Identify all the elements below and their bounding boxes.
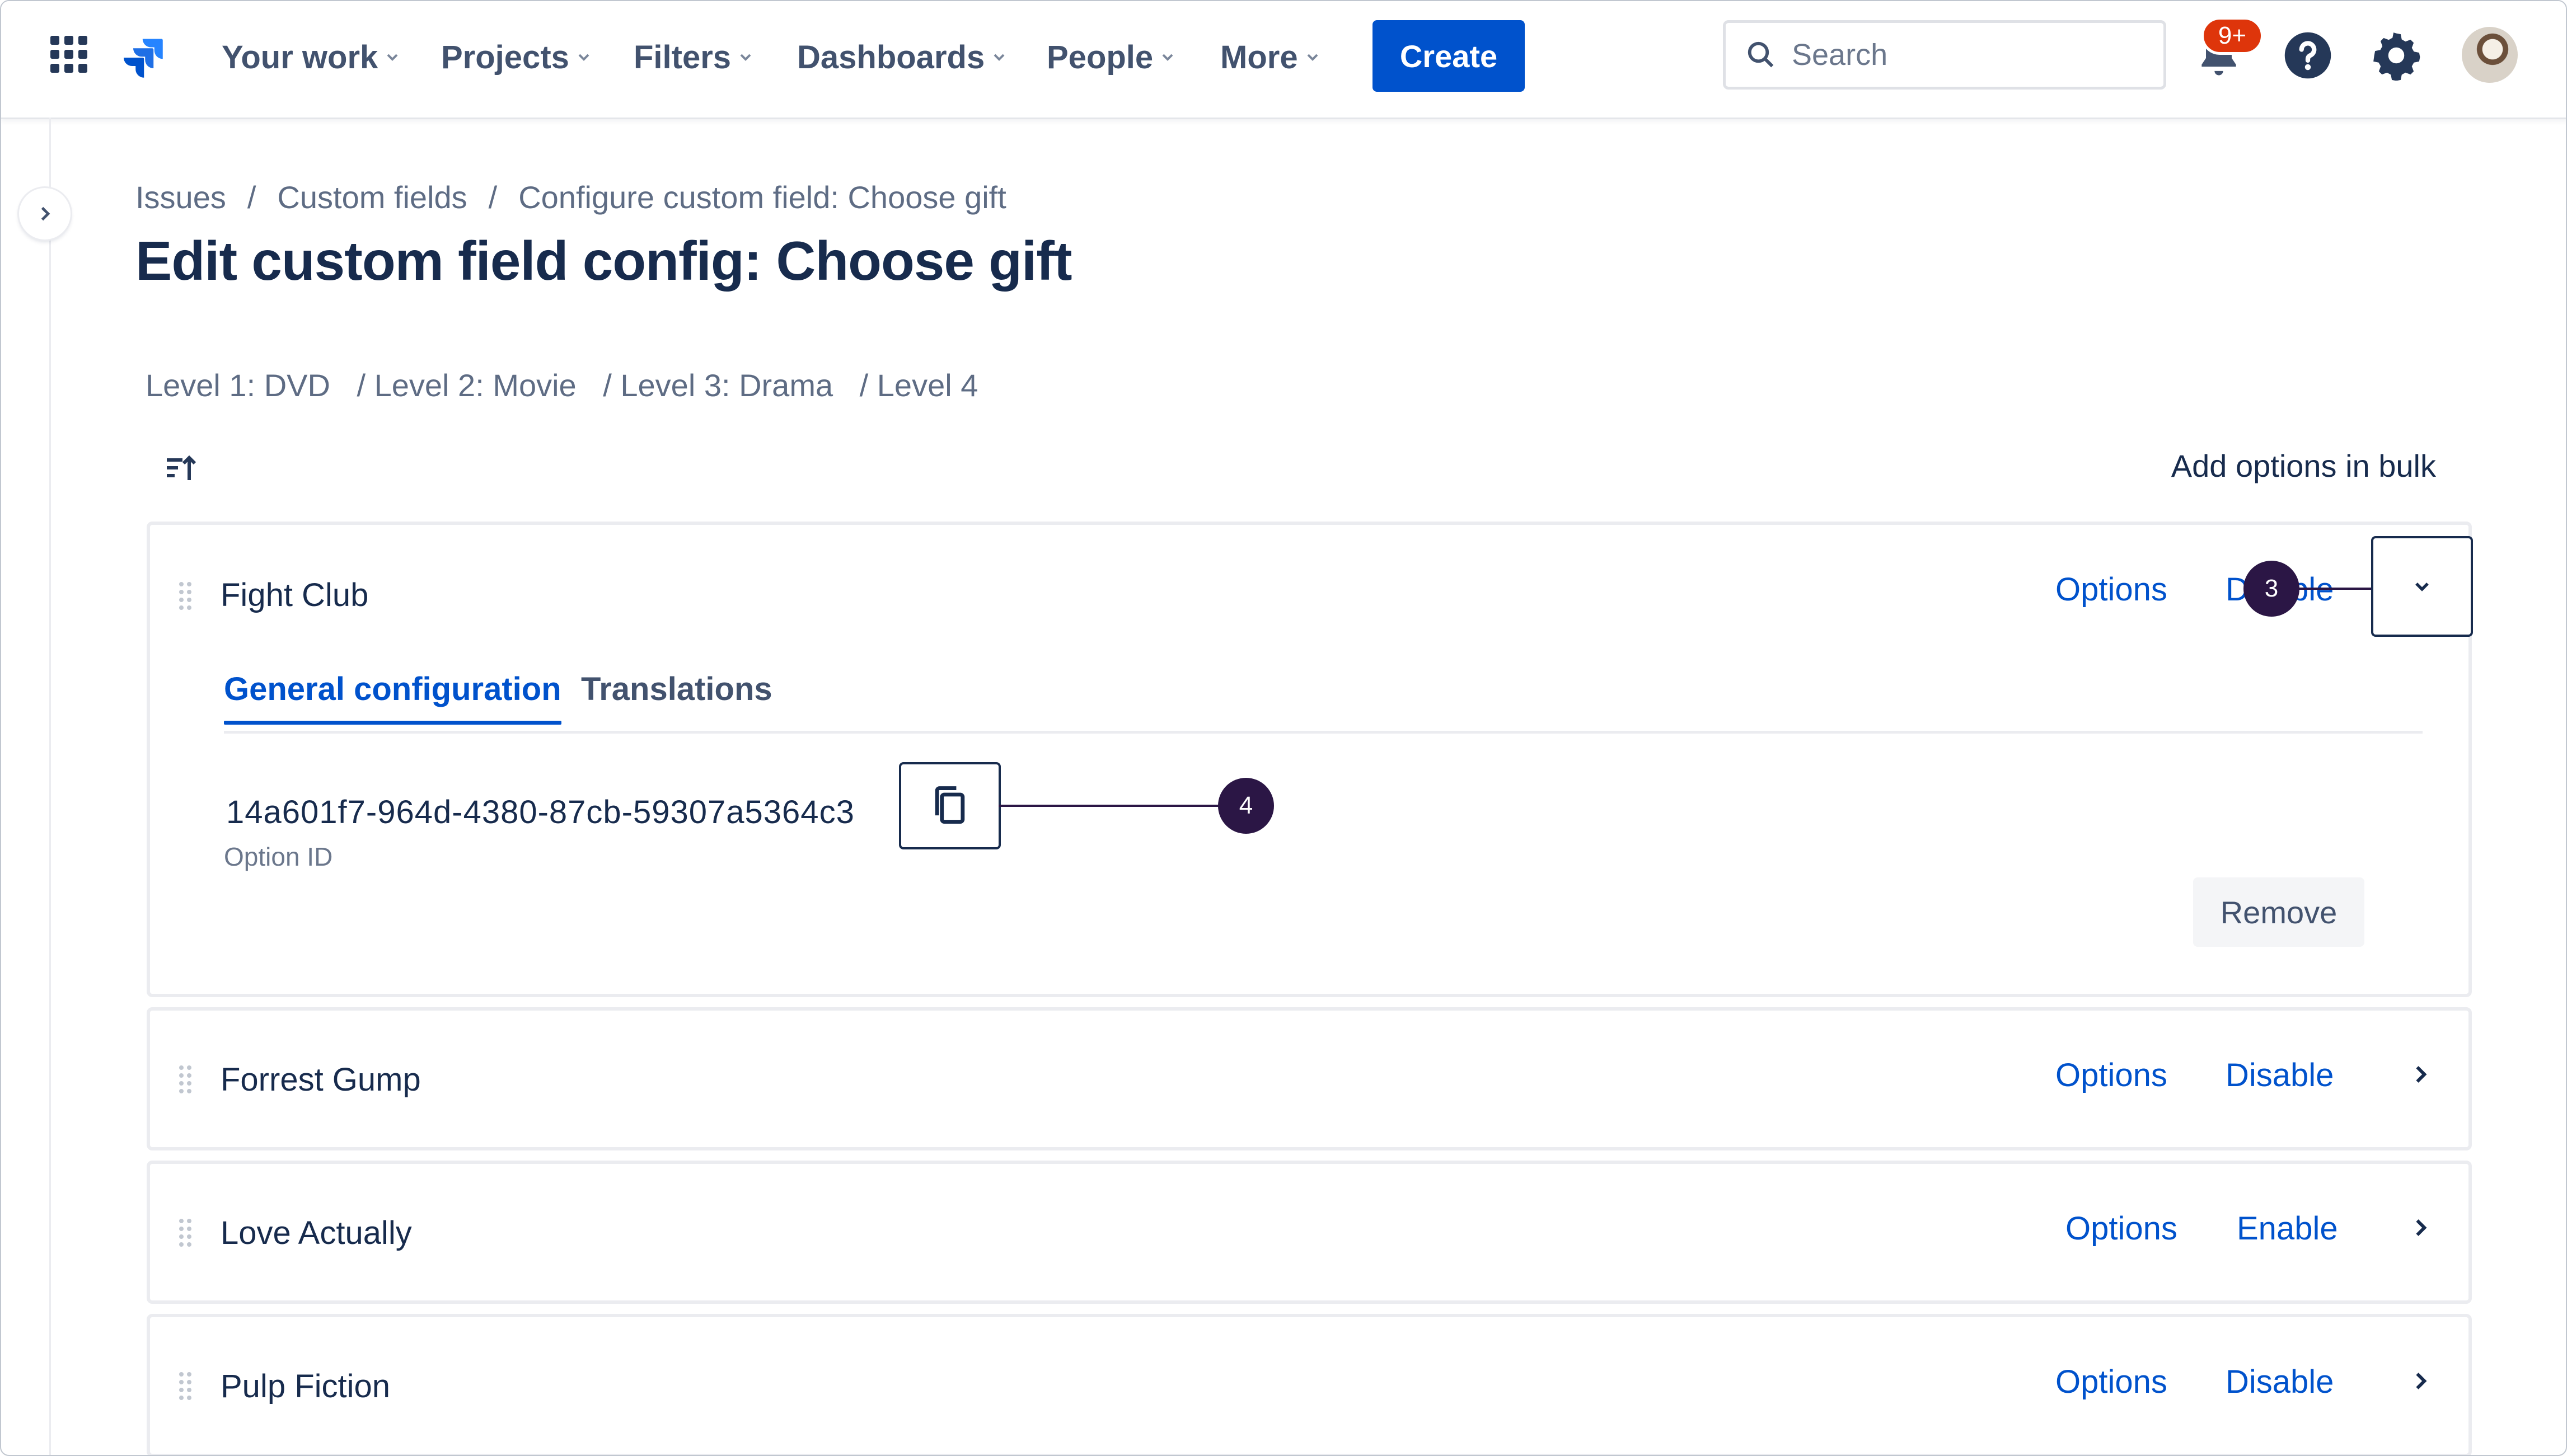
level-1[interactable]: Level 1: DVD bbox=[146, 368, 330, 403]
option-card-pulp-fiction: Pulp Fiction Options Disable bbox=[147, 1314, 2472, 1455]
chevron-down-icon bbox=[2415, 583, 2429, 591]
chevron-right-icon[interactable] bbox=[2408, 1369, 2433, 1393]
tab-translations[interactable]: Translations bbox=[581, 670, 772, 708]
level-path: Level 1: DVD / Level 2: Movie / Level 3:… bbox=[146, 367, 996, 403]
option-name: Pulp Fiction bbox=[221, 1368, 391, 1405]
search-placeholder: Search bbox=[1792, 38, 1888, 72]
disable-link[interactable]: Disable bbox=[2226, 1056, 2334, 1094]
option-name: Love Actually bbox=[221, 1215, 412, 1251]
collapse-button[interactable] bbox=[2371, 536, 2473, 637]
config-tabs: General configuration Translations bbox=[224, 658, 2423, 734]
app-switcher-icon[interactable] bbox=[50, 36, 87, 73]
nav-more-label: More bbox=[1220, 39, 1298, 76]
search-icon bbox=[1748, 41, 1774, 68]
tab-general-configuration[interactable]: General configuration bbox=[224, 670, 561, 725]
nav-filters-label: Filters bbox=[634, 39, 732, 76]
sort-icon[interactable] bbox=[165, 453, 198, 485]
avatar[interactable] bbox=[2462, 27, 2518, 83]
drag-handle-icon[interactable] bbox=[179, 582, 191, 610]
sidebar-divider bbox=[49, 118, 51, 1455]
app-window: Your work Projects Filters Dashboards Pe… bbox=[0, 0, 2567, 1456]
chevron-down-icon bbox=[740, 54, 751, 61]
copy-option-id-button[interactable] bbox=[899, 762, 1001, 849]
page-title: Edit custom field config: Choose gift bbox=[135, 230, 1072, 292]
nav-your-work-label: Your work bbox=[222, 39, 378, 76]
callout-marker-4: 4 bbox=[1218, 778, 1274, 834]
nav-more[interactable]: More bbox=[1220, 35, 1319, 79]
notification-badge: 9+ bbox=[2201, 17, 2264, 55]
chevron-down-icon bbox=[994, 54, 1005, 61]
options-link[interactable]: Options bbox=[2055, 571, 2167, 608]
enable-link[interactable]: Enable bbox=[2237, 1210, 2338, 1247]
chevron-right-icon[interactable] bbox=[2408, 1062, 2433, 1087]
breadcrumb: Issues / Custom fields / Configure custo… bbox=[135, 179, 1006, 215]
settings-icon[interactable] bbox=[2371, 30, 2421, 81]
drag-handle-icon[interactable] bbox=[179, 1065, 191, 1093]
option-card-fight-club: Fight Club Options Disable 3 General con… bbox=[147, 522, 2473, 997]
top-navigation: Your work Projects Filters Dashboards Pe… bbox=[1, 1, 2566, 119]
options-link[interactable]: Options bbox=[2055, 1056, 2167, 1094]
help-icon[interactable] bbox=[2283, 30, 2333, 81]
nav-people[interactable]: People bbox=[1047, 35, 1174, 79]
breadcrumb-separator: / bbox=[247, 180, 256, 215]
callout-connector bbox=[999, 805, 1229, 807]
breadcrumb-configure[interactable]: Configure custom field: Choose gift bbox=[518, 179, 1006, 215]
nav-dashboards-label: Dashboards bbox=[797, 39, 985, 76]
create-button[interactable]: Create bbox=[1372, 20, 1525, 92]
drag-handle-icon[interactable] bbox=[179, 1372, 191, 1400]
option-name: Fight Club bbox=[221, 577, 369, 613]
chevron-down-icon bbox=[1307, 54, 1318, 61]
chevron-down-icon bbox=[387, 54, 398, 61]
option-name: Forrest Gump bbox=[221, 1062, 421, 1098]
nav-projects-label: Projects bbox=[441, 39, 569, 76]
option-id-label: Option ID bbox=[224, 842, 333, 871]
nav-dashboards[interactable]: Dashboards bbox=[797, 35, 1006, 79]
breadcrumb-issues[interactable]: Issues bbox=[135, 179, 226, 215]
chevron-down-icon bbox=[578, 54, 589, 61]
breadcrumb-custom-fields[interactable]: Custom fields bbox=[277, 179, 467, 215]
options-link[interactable]: Options bbox=[2055, 1363, 2167, 1401]
search-input[interactable]: Search bbox=[1723, 20, 2166, 90]
level-2[interactable]: / Level 2: Movie bbox=[357, 368, 577, 403]
chevron-right-icon[interactable] bbox=[2408, 1215, 2433, 1240]
option-card-love-actually: Love Actually Options Enable bbox=[147, 1161, 2472, 1304]
chevron-down-icon bbox=[1162, 54, 1173, 61]
remove-button[interactable]: Remove bbox=[2193, 877, 2364, 947]
add-options-in-bulk-button[interactable]: Add options in bulk bbox=[2171, 448, 2436, 484]
nav-people-label: People bbox=[1047, 39, 1154, 76]
drag-handle-icon[interactable] bbox=[179, 1219, 191, 1247]
copy-icon bbox=[935, 786, 965, 824]
option-id-value: 14a601f7-964d-4380-87cb-59307a5364c3 bbox=[226, 794, 855, 830]
option-card-forrest-gump: Forrest Gump Options Disable bbox=[147, 1007, 2472, 1150]
disable-link[interactable]: Disable bbox=[2226, 1363, 2334, 1401]
chevron-right-icon bbox=[41, 206, 50, 221]
breadcrumb-separator: / bbox=[488, 180, 498, 215]
level-3[interactable]: / Level 3: Drama bbox=[603, 368, 833, 403]
sidebar-expand-button[interactable] bbox=[19, 188, 71, 239]
options-link[interactable]: Options bbox=[2065, 1210, 2177, 1247]
nav-projects[interactable]: Projects bbox=[441, 35, 591, 79]
level-4[interactable]: / Level 4 bbox=[860, 368, 978, 403]
jira-logo-icon[interactable] bbox=[121, 35, 166, 79]
callout-marker-3: 3 bbox=[2243, 561, 2299, 617]
nav-filters[interactable]: Filters bbox=[634, 35, 752, 79]
nav-your-work[interactable]: Your work bbox=[222, 35, 399, 79]
